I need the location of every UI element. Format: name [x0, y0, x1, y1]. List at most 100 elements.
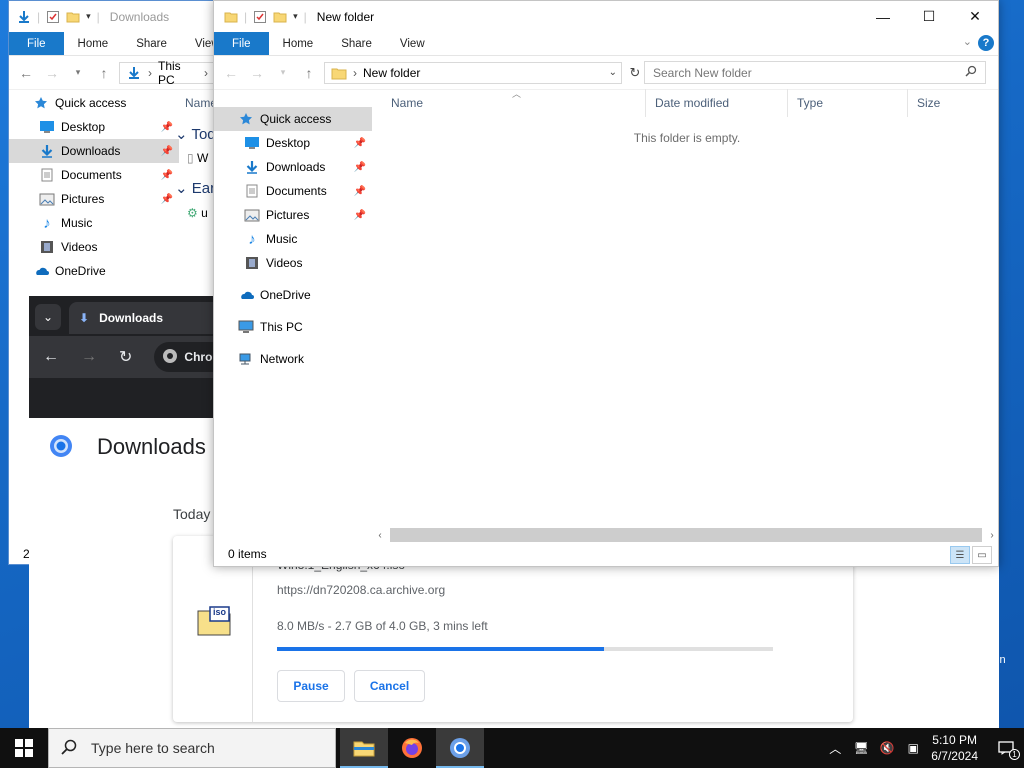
new-folder-icon[interactable]: [66, 10, 80, 24]
nav-documents[interactable]: Documents 📌: [9, 163, 179, 187]
column-date-modified[interactable]: Date modified: [646, 89, 788, 117]
download-progress-fill: [277, 647, 605, 651]
address-field[interactable]: › This PC ›: [119, 59, 215, 87]
nav-this-pc[interactable]: This PC: [214, 315, 372, 339]
search-input[interactable]: Search New folder: [644, 61, 986, 84]
desktop-icon: [244, 135, 260, 151]
nav-downloads[interactable]: Downloads 📌: [9, 139, 179, 163]
forward-button[interactable]: →: [81, 348, 97, 366]
help-icon[interactable]: ?: [978, 35, 994, 51]
star-icon: [238, 111, 254, 127]
onedrive-icon: [33, 263, 49, 279]
up-button[interactable]: ↑: [93, 62, 115, 84]
status-bar: 0 items: [214, 542, 998, 566]
notification-icon[interactable]: 1: [998, 740, 1020, 760]
properties-icon[interactable]: [253, 10, 267, 24]
group-today[interactable]: ⌄ Tod: [175, 125, 216, 143]
pictures-icon: [244, 207, 260, 223]
pause-button[interactable]: Pause: [277, 670, 345, 702]
navigation-pane: Quick access Desktop 📌 Downloads 📌 Docum…: [9, 91, 179, 283]
tab-file[interactable]: File: [214, 32, 269, 55]
taskbar-firefox[interactable]: [388, 728, 436, 768]
maximize-button[interactable]: ☐: [906, 1, 952, 32]
nav-desktop[interactable]: Desktop 📌: [214, 131, 372, 155]
nav-pictures[interactable]: Pictures 📌: [9, 187, 179, 211]
start-button[interactable]: [0, 728, 48, 768]
nav-videos[interactable]: Videos: [214, 251, 372, 275]
nav-onedrive[interactable]: OneDrive: [214, 283, 372, 307]
cancel-button[interactable]: Cancel: [354, 670, 425, 702]
download-url[interactable]: https://dn720208.ca.archive.org: [277, 583, 445, 597]
tab-view[interactable]: View: [386, 32, 439, 55]
up-button[interactable]: ↑: [298, 62, 320, 84]
nav-desktop[interactable]: Desktop 📌: [9, 115, 179, 139]
tab-share[interactable]: Share: [327, 32, 386, 55]
close-button[interactable]: ✕: [952, 1, 998, 32]
nav-music[interactable]: ♪ Music: [9, 211, 179, 235]
chrome-logo-icon: [49, 434, 73, 458]
downloads-icon: [244, 159, 260, 175]
pin-icon[interactable]: 📌: [161, 122, 173, 133]
address-dropdown-icon[interactable]: ⌄: [609, 67, 617, 78]
column-size[interactable]: Size: [908, 89, 988, 117]
scrollbar-thumb[interactable]: [390, 528, 982, 542]
address-field[interactable]: › New folder ⌄: [324, 61, 622, 84]
tab-home[interactable]: Home: [269, 32, 328, 55]
nav-quick-access[interactable]: Quick access: [214, 107, 372, 131]
network-status-icon[interactable]: 🖥: [853, 740, 869, 756]
back-button[interactable]: ←: [43, 348, 59, 366]
nav-downloads[interactable]: Downloads 📌: [214, 155, 372, 179]
tab-search-button[interactable]: ⌄: [35, 304, 61, 330]
properties-icon[interactable]: [46, 10, 60, 24]
scroll-right-icon[interactable]: ›: [986, 530, 998, 541]
tab-file[interactable]: File: [9, 32, 64, 55]
chevron-up-icon[interactable]: ︿: [827, 740, 843, 756]
back-button[interactable]: ←: [220, 62, 242, 84]
pin-icon[interactable]: 📌: [161, 194, 173, 205]
nav-quick-access[interactable]: Quick access: [9, 91, 179, 115]
quick-access-dropdown-icon[interactable]: ▾: [86, 11, 91, 22]
nav-videos[interactable]: Videos: [9, 235, 179, 259]
nav-music[interactable]: ♪ Music: [214, 227, 372, 251]
quick-access-dropdown-icon[interactable]: ▾: [293, 11, 298, 22]
tab-share[interactable]: Share: [122, 32, 181, 55]
recent-locations-icon[interactable]: ▾: [272, 62, 294, 84]
forward-button[interactable]: →: [246, 62, 268, 84]
clock[interactable]: 5:10 PM 6/7/2024: [931, 732, 978, 764]
taskbar-file-explorer[interactable]: [340, 728, 388, 768]
videos-icon: [39, 239, 55, 255]
display-icon[interactable]: ▣: [905, 740, 921, 756]
pin-icon[interactable]: 📌: [354, 162, 366, 173]
tab-home[interactable]: Home: [64, 32, 123, 55]
pin-icon[interactable]: 📌: [161, 146, 173, 157]
taskbar-chrome[interactable]: [436, 728, 484, 768]
pin-icon[interactable]: 📌: [354, 138, 366, 149]
column-name[interactable]: Name: [382, 89, 646, 117]
pin-icon[interactable]: 📌: [161, 170, 173, 181]
nav-documents[interactable]: Documents 📌: [214, 179, 372, 203]
refresh-button[interactable]: ↻: [626, 62, 644, 84]
minimize-button[interactable]: —: [860, 1, 906, 32]
taskbar-search[interactable]: Type here to search: [48, 728, 336, 768]
volume-muted-icon[interactable]: 🔇: [879, 740, 895, 756]
large-icons-view-icon[interactable]: ▭: [972, 546, 992, 564]
new-folder-icon[interactable]: [273, 10, 287, 24]
pin-icon[interactable]: 📌: [354, 186, 366, 197]
recent-locations-icon[interactable]: ▾: [67, 62, 89, 84]
group-earlier[interactable]: ⌄ Earl: [175, 179, 218, 197]
explorer-window-new-folder[interactable]: | ▾ | New folder — ☐ ✕ File Home Share V…: [213, 0, 999, 567]
nav-pictures[interactable]: Pictures 📌: [214, 203, 372, 227]
expand-ribbon-icon[interactable]: ⌄: [963, 35, 972, 48]
details-view-icon[interactable]: ☰: [950, 546, 970, 564]
pin-icon[interactable]: 📌: [354, 210, 366, 221]
back-button[interactable]: ←: [15, 62, 37, 84]
column-type[interactable]: Type: [788, 89, 908, 117]
horizontal-scrollbar[interactable]: ‹ ›: [374, 527, 998, 543]
nav-network[interactable]: Network: [214, 347, 372, 371]
nav-onedrive[interactable]: OneDrive: [9, 259, 179, 283]
reload-button[interactable]: ↻: [119, 347, 132, 367]
file-item[interactable]: ⚙ u: [187, 206, 208, 220]
scroll-left-icon[interactable]: ‹: [374, 530, 386, 541]
file-item[interactable]: ▯ W: [187, 151, 208, 165]
forward-button[interactable]: →: [41, 62, 63, 84]
